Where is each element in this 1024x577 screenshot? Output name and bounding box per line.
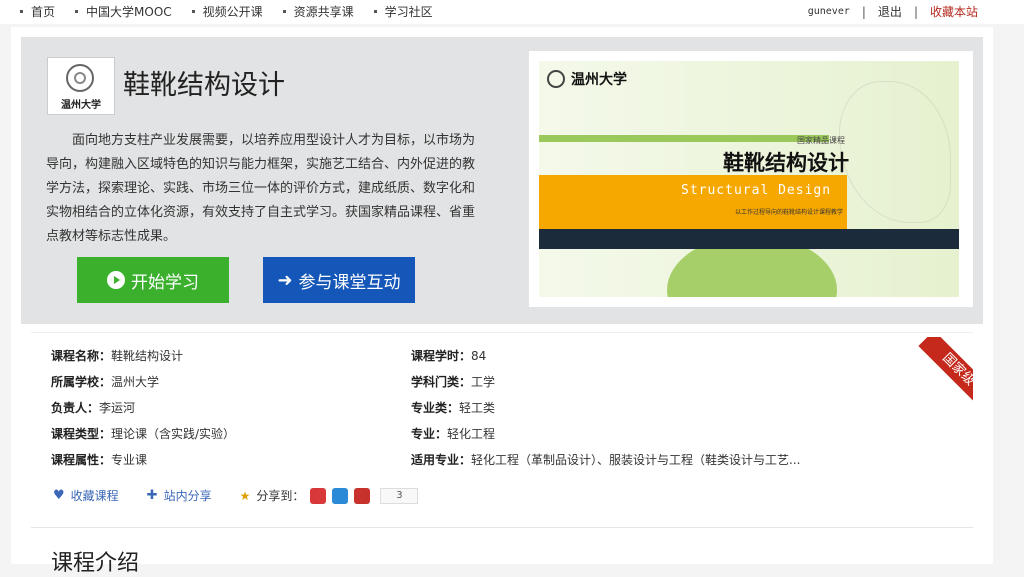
field-label: 课程类型： [51, 427, 112, 441]
field-label: 课程属性： [51, 453, 112, 467]
shoe-sketch-illustration [839, 81, 951, 223]
user-area: gunever | 退出 | 收藏本站 [808, 3, 978, 20]
course-info: 国家级 课程名称：鞋靴结构设计 所属学校：温州大学 负责人：李运河 课程类型：理… [31, 332, 973, 533]
field-label: 适用专业： [411, 453, 472, 467]
university-logo: 温州大学 [47, 57, 115, 115]
course-hero: 温州大学 鞋靴结构设计 面向地方支柱产业发展需要，以培养应用型设计人才为目标，以… [21, 37, 983, 324]
cover-logo: 温州大学 [547, 69, 627, 89]
cover-artwork: 温州大学 国家精品课程 鞋靴结构设计 Structural Design 以工作… [539, 61, 959, 297]
separator: | [861, 4, 866, 19]
field-label: 专业类： [411, 401, 460, 415]
main-container: 温州大学 鞋靴结构设计 面向地方支柱产业发展需要，以培养应用型设计人才为目标，以… [11, 27, 993, 576]
nav-label: 资源共享课 [293, 5, 354, 19]
university-emblem-icon [66, 64, 94, 92]
nav-community[interactable]: 学习社区 [373, 3, 433, 20]
nav-china-mooc[interactable]: 中国大学MOOC [75, 3, 172, 20]
section-divider [31, 527, 973, 528]
star-icon: ★ [239, 488, 251, 503]
info-row-course-type: 课程类型：理论课（含实践/实验） [51, 425, 235, 442]
nav-label: 中国大学MOOC [86, 5, 172, 19]
nav-home[interactable]: 首页 [20, 3, 55, 20]
class-interaction-button[interactable]: ➜ 参与课堂互动 [263, 257, 415, 303]
badge-label: 国家级 [918, 337, 973, 401]
share-icon: ✚ [146, 488, 158, 503]
nav-label: 学习社区 [384, 5, 433, 19]
collect-course-button[interactable]: ♥ 收藏课程 [53, 487, 119, 504]
share-to-group: ★ 分享到： 3 [240, 487, 419, 504]
info-row-hours: 课程学时：84 [411, 347, 486, 364]
separator: | [913, 4, 918, 19]
field-value: 84 [471, 349, 487, 363]
field-value: 工学 [471, 375, 496, 389]
arrow-right-icon: ➜ [277, 269, 293, 291]
university-emblem-icon [547, 70, 565, 88]
field-label: 负责人： [51, 401, 100, 415]
share-count: 3 [380, 487, 419, 504]
info-row-major: 专业：轻化工程 [411, 425, 495, 442]
logout-link[interactable]: 退出 [878, 3, 902, 20]
bullet-icon [20, 10, 23, 13]
field-label: 专业： [411, 427, 448, 441]
username-link[interactable]: gunever [808, 6, 850, 17]
bullet-icon [75, 10, 79, 13]
field-value: 李运河 [99, 401, 136, 415]
field-label: 课程名称： [51, 349, 112, 363]
collect-course-label: 收藏课程 [70, 489, 119, 503]
start-learning-button[interactable]: 开始学习 [77, 257, 229, 303]
cover-small-label: 国家精品课程 [797, 136, 845, 145]
field-value: 温州大学 [111, 375, 160, 389]
weibo-share-icon[interactable] [310, 487, 327, 504]
nav-items: 首页 中国大学MOOC 视频公开课 资源共享课 学习社区 [20, 3, 453, 20]
qzone-share-icon[interactable] [332, 487, 349, 504]
course-title: 鞋靴结构设计 [123, 70, 285, 101]
cover-university: 温州大学 [571, 72, 627, 88]
top-navigation: 首页 中国大学MOOC 视频公开课 资源共享课 学习社区 gunever | 退… [0, 0, 1024, 24]
field-value: 专业课 [111, 453, 148, 467]
renren-share-icon[interactable] [354, 487, 371, 504]
cover-title: 鞋靴结构设计 [723, 151, 849, 175]
field-label: 所属学校： [51, 375, 112, 389]
info-row-school: 所属学校：温州大学 [51, 373, 159, 390]
cover-subtitle: 以工作过程导向的鞋靴结构设计课程教学 [735, 209, 844, 216]
share-to-label: 分享到： [256, 489, 305, 503]
bullet-icon [191, 10, 195, 13]
site-share-button[interactable]: ✚ 站内分享 [147, 487, 212, 504]
field-value: 理论课（含实践/实验） [111, 427, 236, 441]
cover-navy-band [539, 229, 959, 249]
info-row-discipline: 学科门类：工学 [411, 373, 495, 390]
site-share-label: 站内分享 [163, 489, 212, 503]
field-value: 轻工类 [459, 401, 496, 415]
play-icon [107, 271, 125, 289]
field-value: 轻化工程（革制品设计）、服装设计与工程（鞋类设计与工艺... [471, 453, 801, 467]
course-description: 面向地方支柱产业发展需要，以培养应用型设计人才为目标，以市场为导向，构建融入区域… [46, 133, 476, 244]
nav-label: 首页 [31, 5, 56, 19]
info-row-course-name: 课程名称：鞋靴结构设计 [51, 347, 183, 364]
field-label: 学科门类： [411, 375, 472, 389]
course-actions: ♥ 收藏课程 ✚ 站内分享 ★ 分享到： 3 [53, 487, 419, 504]
university-logo-text: 温州大学 [61, 100, 101, 111]
info-row-course-attribute: 课程属性：专业课 [51, 451, 147, 468]
info-row-applicable-major: 适用专业：轻化工程（革制品设计）、服装设计与工程（鞋类设计与工艺... [411, 451, 800, 468]
bullet-icon [373, 10, 377, 13]
heart-icon: ♥ [53, 488, 65, 503]
info-row-major-category: 专业类：轻工类 [411, 399, 495, 416]
national-level-badge: 国家级 [909, 337, 973, 401]
field-label: 课程学时： [411, 349, 472, 363]
course-cover-image: 温州大学 国家精品课程 鞋靴结构设计 Structural Design 以工作… [529, 51, 973, 307]
nav-video-courses[interactable]: 视频公开课 [191, 3, 263, 20]
cover-english-title: Structural Design [681, 183, 832, 198]
field-value: 鞋靴结构设计 [111, 349, 184, 363]
course-intro-heading: 课程介绍 [51, 551, 140, 576]
bullet-icon [282, 10, 286, 13]
favorite-site-link[interactable]: 收藏本站 [930, 3, 978, 20]
class-interaction-label: 参与课堂互动 [298, 272, 401, 293]
field-value: 轻化工程 [447, 427, 496, 441]
nav-resource-courses[interactable]: 资源共享课 [282, 3, 354, 20]
info-row-lead: 负责人：李运河 [51, 399, 135, 416]
start-learning-label: 开始学习 [131, 272, 199, 293]
cover-green-bar [539, 135, 829, 142]
nav-label: 视频公开课 [202, 5, 263, 19]
